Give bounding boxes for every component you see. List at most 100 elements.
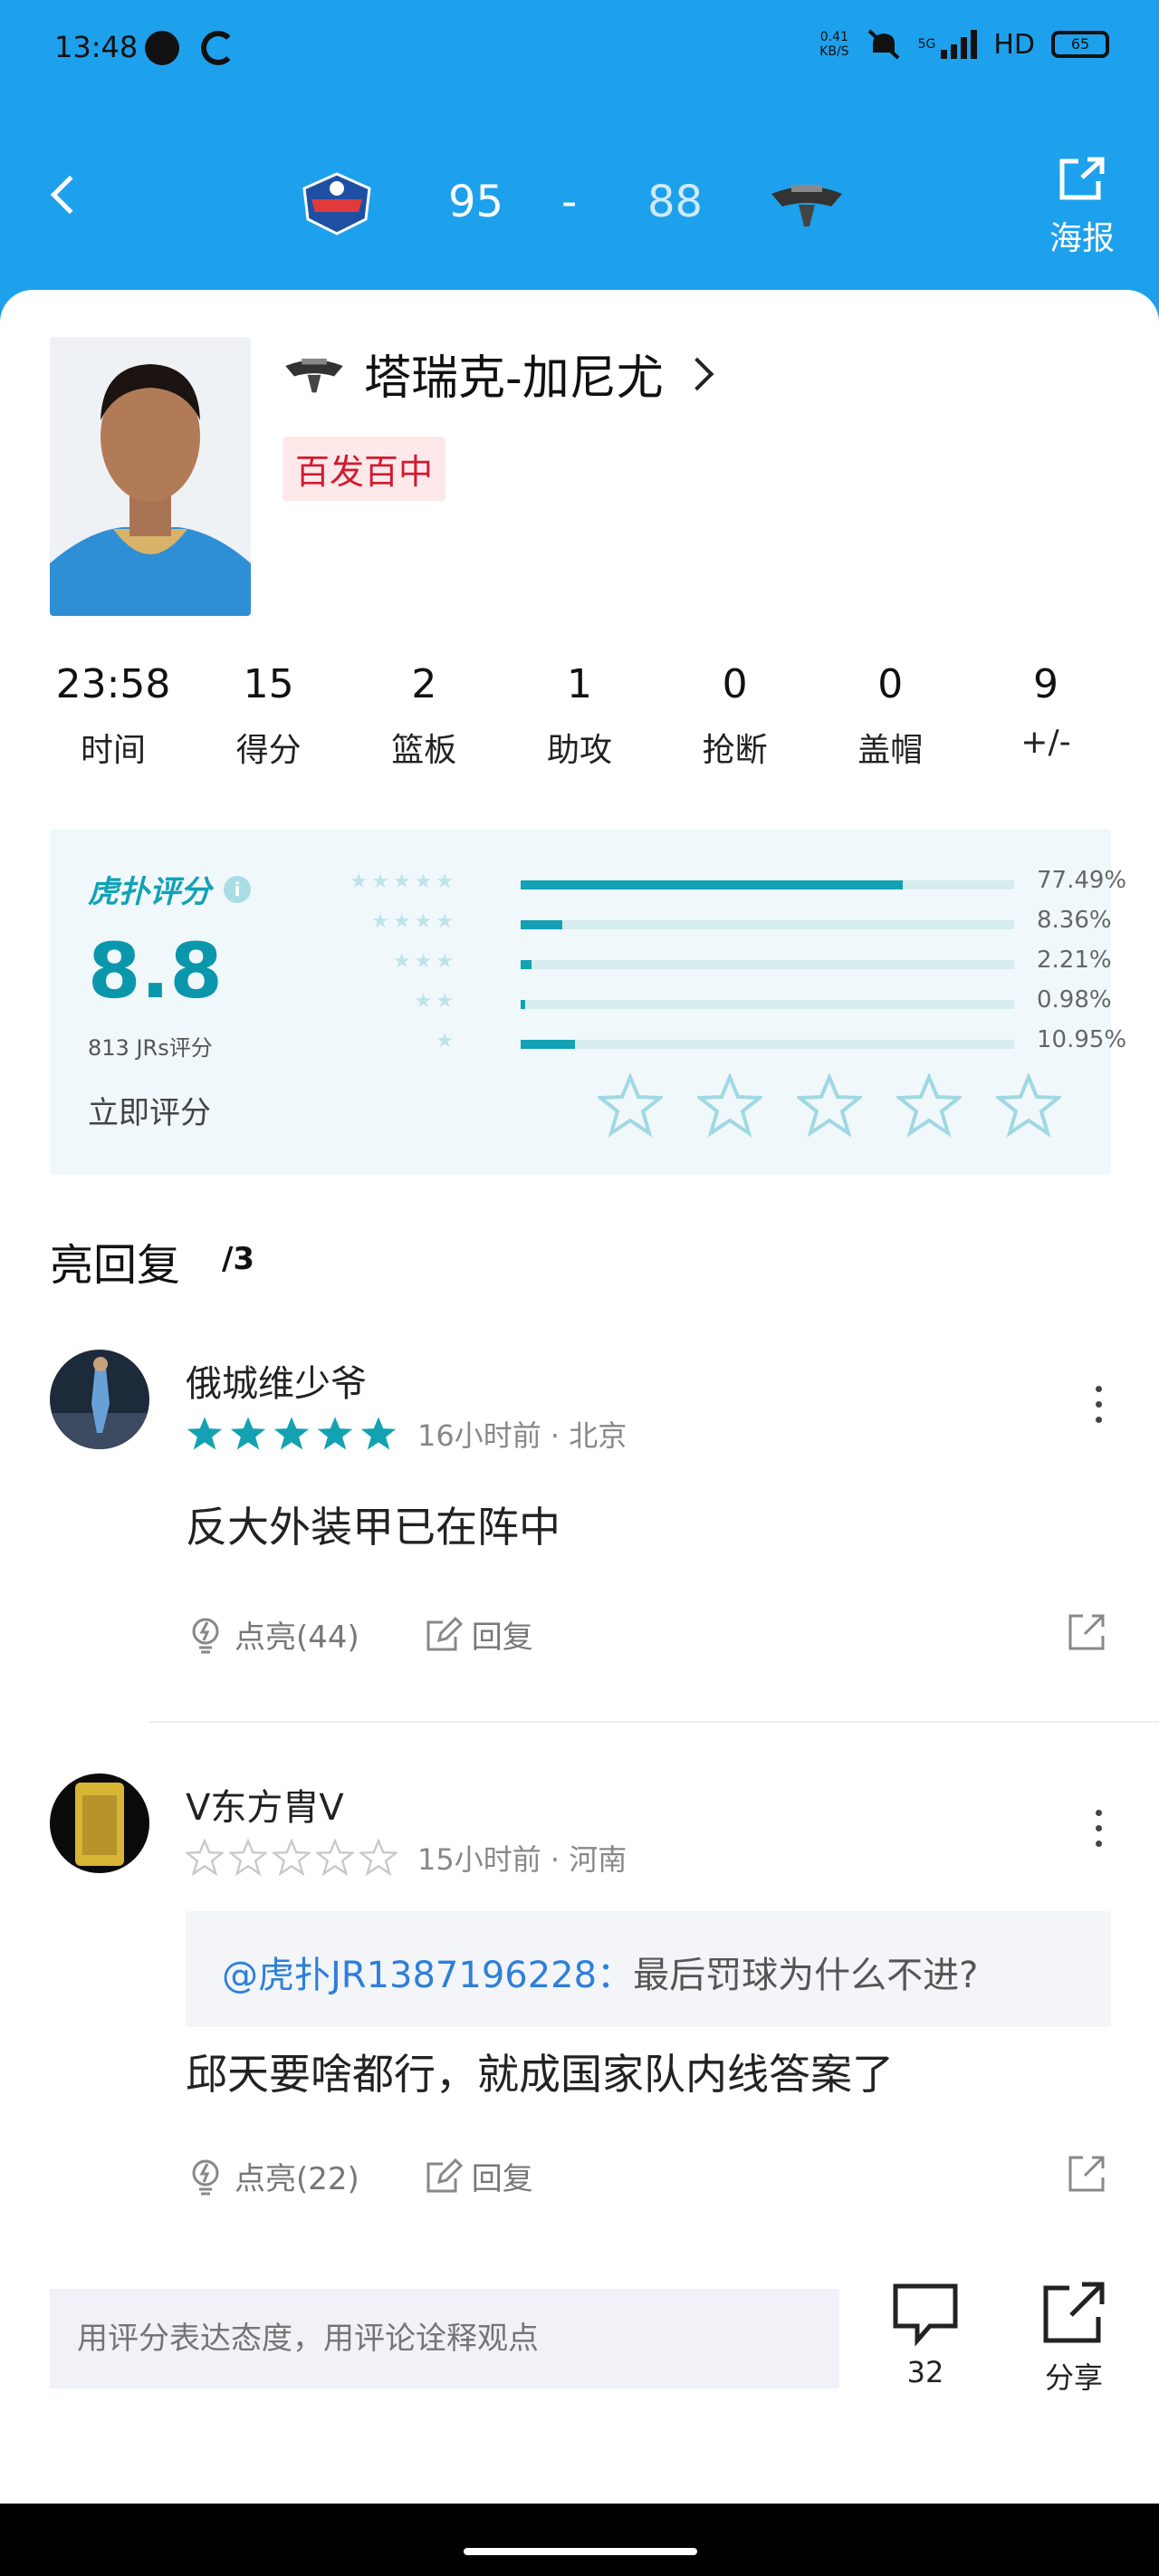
distribution-bar-fill [521, 920, 562, 929]
comments-button[interactable]: 32 [880, 2281, 971, 2389]
share-comment-icon[interactable] [1067, 2154, 1106, 2194]
distribution-bar-fill [521, 1040, 575, 1049]
star-empty-icon [359, 1839, 398, 1877]
distribution-bar-fill [521, 960, 532, 969]
reply-label: 回复 [471, 1620, 533, 1656]
stat-item: 0 抢断 [672, 661, 799, 771]
system-nav-bar [0, 2504, 1159, 2576]
stat-label: 抢断 [702, 732, 768, 769]
comment-actions: 点亮(22) 回复 [186, 2154, 597, 2198]
user-avatar[interactable] [50, 1773, 149, 1873]
like-button[interactable]: 点亮(44) [186, 1612, 359, 1657]
distribution-stars: ★★★★ [371, 910, 457, 933]
distribution-stars: ★★★ [392, 950, 457, 973]
player-name: 塔瑞克-加尼尤 [364, 351, 664, 406]
distribution-percent: 10.95% [1037, 1026, 1127, 1053]
reply-label: 回复 [471, 2161, 533, 2197]
stat-item: 2 篮板 [360, 661, 487, 771]
export-icon [1059, 157, 1105, 200]
poster-label: 海报 [1049, 220, 1115, 257]
comment-username[interactable]: 俄城维少爷 [186, 1354, 367, 1407]
network-type: HD [993, 28, 1035, 61]
stat-item: 15 得分 [206, 661, 332, 771]
player-name-link[interactable]: 塔瑞克-加尼尤 [283, 340, 714, 408]
home-score: 95 [448, 177, 504, 227]
user-avatar[interactable] [50, 1350, 149, 1449]
comment-actions: 点亮(44) 回复 [186, 1612, 597, 1657]
battery-level: 65 [1070, 35, 1090, 53]
player-photo [50, 337, 251, 616]
reply-button[interactable]: 回复 [423, 1612, 533, 1657]
distribution-percent: 8.36% [1037, 907, 1112, 934]
poster-share-button[interactable]: 海报 [1041, 156, 1123, 259]
quoted-reply[interactable]: @虎扑JR1387196228：最后罚球为什么不进? [186, 1911, 1111, 2027]
away-team-logo[interactable] [768, 179, 846, 228]
comment-text: 反大外装甲已在阵中 [186, 1503, 560, 1552]
rate-star-icon[interactable] [996, 1073, 1061, 1139]
distribution-bar-track [521, 880, 1014, 889]
mute-bell-icon [867, 29, 899, 60]
distribution-percent: 77.49% [1037, 867, 1127, 894]
stat-label: 篮板 [391, 732, 457, 769]
rating-distribution-row: ★★★★ 8.36% [321, 907, 1112, 937]
player-badge: 百发百中 [283, 437, 446, 501]
star-empty-icon [186, 1839, 224, 1877]
comment-text: 邱天要啥都行，就成国家队内线答案了 [186, 2050, 894, 2099]
sync-status-icon [201, 31, 235, 65]
quoted-text: 最后罚球为什么不进? [633, 1955, 979, 1996]
home-team-logo[interactable] [299, 172, 375, 235]
comment-divider [149, 1721, 1159, 1723]
rating-title: 虎扑评分 i [88, 867, 251, 911]
status-time: 13:48 [54, 30, 139, 64]
comment-username[interactable]: V东方胄V [186, 1778, 344, 1831]
like-button[interactable]: 点亮(22) [186, 2154, 359, 2198]
rate-now-label: 立即评分 [88, 1095, 211, 1131]
more-options-icon[interactable] [1096, 1386, 1105, 1432]
like-label: 点亮(44) [235, 1620, 359, 1656]
share-button[interactable]: 分享 [1029, 2281, 1119, 2397]
comment-meta: 16小时前 · 北京 [186, 1413, 627, 1455]
home-indicator[interactable] [464, 2548, 697, 2555]
share-icon [1043, 2282, 1105, 2343]
battery-icon: 65 [1051, 31, 1109, 58]
star-filled-icon [360, 1417, 397, 1450]
comment-time: 15小时前 · 河南 [417, 1842, 627, 1877]
chat-status-icon [145, 31, 179, 65]
signal-type: 5G [917, 37, 936, 52]
stat-item: 1 助攻 [516, 661, 643, 771]
stat-item: 23:58 时间 [50, 661, 177, 771]
star-filled-icon [230, 1417, 266, 1450]
distribution-bar-fill [521, 1000, 526, 1009]
distribution-bar-track [521, 1000, 1014, 1009]
stat-value: 0 [877, 661, 904, 707]
rate-star-icon[interactable] [697, 1073, 762, 1139]
rating-panel: 虎扑评分 i 8.8 813 JRs评分 立即评分 ★★★★★ 77.49% ★★★… [50, 829, 1126, 1175]
stat-value: 1 [566, 661, 592, 707]
reply-button[interactable]: 回复 [423, 2154, 533, 2198]
edit-icon [426, 1616, 463, 1650]
network-speed: 0.41 KB/S [819, 30, 848, 59]
quoted-user[interactable]: @虎扑JR1387196228： [222, 1955, 633, 1996]
edit-icon [426, 2158, 463, 2192]
rate-star-icon[interactable] [598, 1073, 663, 1139]
stat-value: 2 [411, 661, 437, 707]
stat-label: 得分 [235, 732, 302, 769]
player-team-logo [285, 358, 343, 392]
rating-score: 8.8 [88, 927, 223, 1015]
rate-star-icon[interactable] [896, 1073, 962, 1139]
user-rating-stars [186, 1839, 398, 1877]
share-comment-icon[interactable] [1067, 1612, 1106, 1652]
more-options-icon[interactable] [1096, 1810, 1105, 1856]
rating-distribution-row: ★★★★★ 77.49% [321, 867, 1126, 898]
share-label: 分享 [1044, 2360, 1103, 2395]
rate-star-icon[interactable] [797, 1073, 862, 1139]
comment-input[interactable] [50, 2289, 839, 2389]
stat-item: 9 +/- [982, 661, 1109, 771]
lightbulb-icon [192, 2159, 219, 2195]
stat-label: 时间 [80, 732, 146, 769]
distribution-bar-track [521, 920, 1014, 929]
comment-meta: 15小时前 · 河南 [186, 1837, 627, 1879]
user-rating-stars [186, 1415, 398, 1453]
network-speed-value: 0.41 [819, 30, 848, 44]
info-icon[interactable]: i [224, 875, 251, 903]
